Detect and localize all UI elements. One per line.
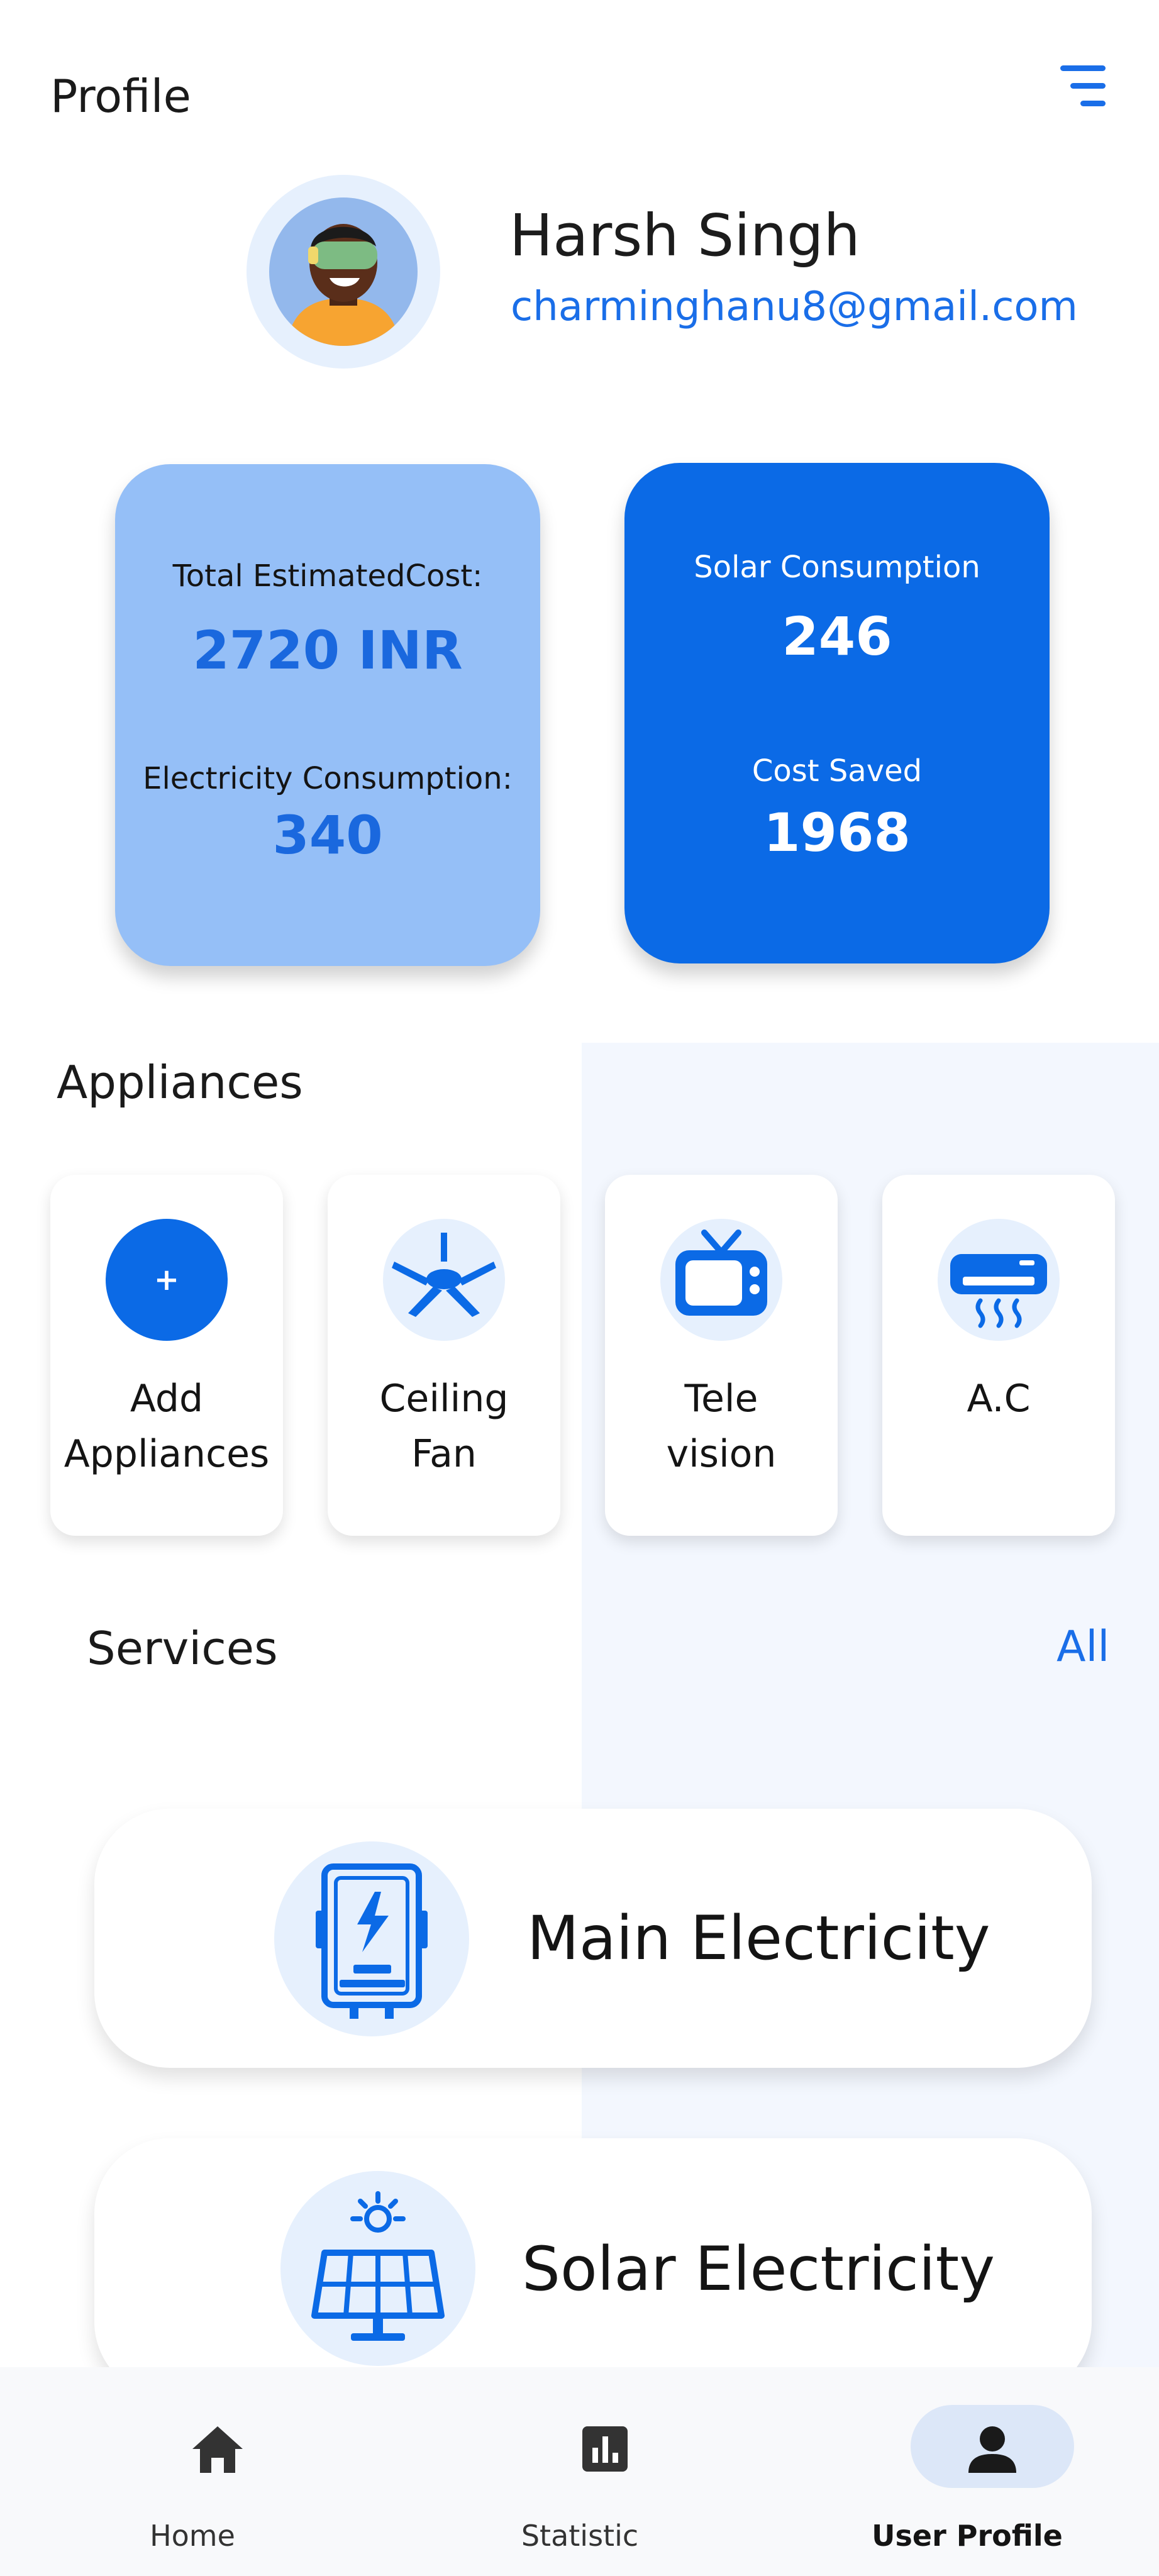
service-label: Main Electricity	[527, 1903, 990, 1974]
nav-label-user-profile: User Profile	[872, 2519, 1063, 2553]
total-cost-value: 2720 INR	[192, 619, 463, 681]
see-all-link[interactable]: All	[1056, 1620, 1109, 1674]
total-cost-label: Total EstimatedCost:	[172, 558, 483, 594]
service-label: Solar Electricity	[522, 2234, 995, 2304]
bar-chart-icon	[582, 2426, 628, 2472]
service-card-main-electricity[interactable]: Main Electricity	[94, 1809, 1092, 2068]
avatar-image	[269, 197, 418, 346]
appliance-card-ceiling-fan[interactable]: Ceiling Fan	[328, 1175, 560, 1536]
solar-panel-icon	[280, 2171, 475, 2366]
electricity-consumption-value: 340	[272, 804, 383, 866]
solar-summary-card: Solar Consumption 246 Cost Saved 1968	[624, 463, 1050, 963]
appliance-card-television[interactable]: Tele vision	[605, 1175, 838, 1536]
page-title: Profile	[50, 70, 191, 123]
television-icon	[660, 1219, 782, 1341]
home-icon	[192, 2426, 243, 2473]
appliances-title: Appliances	[57, 1056, 303, 1109]
cost-summary-card: Total EstimatedCost: 2720 INR Electricit…	[115, 464, 540, 966]
nav-label-home: Home	[150, 2519, 235, 2553]
nav-item-user-profile[interactable]: User Profile	[810, 2367, 1124, 2576]
cost-saved-label: Cost Saved	[751, 753, 923, 789]
user-email[interactable]: charminghanu8@gmail.com	[511, 282, 1078, 332]
solar-consumption-label: Solar Consumption	[694, 550, 980, 585]
cost-saved-value: 1968	[763, 802, 911, 863]
user-name: Harsh Singh	[509, 202, 860, 269]
air-conditioner-icon	[938, 1219, 1060, 1341]
service-card-solar-electricity[interactable]: Solar Electricity	[94, 2138, 1092, 2397]
nav-item-statistic[interactable]: Statistic	[423, 2367, 737, 2576]
plus-icon: +	[106, 1219, 228, 1341]
electric-meter-icon	[274, 1841, 469, 2036]
appliance-label: Tele vision	[666, 1377, 777, 1476]
appliance-label: Add Appliances	[64, 1377, 270, 1476]
appliance-label: Ceiling Fan	[379, 1377, 509, 1476]
solar-consumption-value: 246	[782, 606, 892, 667]
services-title: Services	[87, 1622, 278, 1675]
nav-item-home[interactable]: Home	[35, 2367, 350, 2576]
ceiling-fan-icon	[383, 1219, 505, 1341]
avatar[interactable]	[247, 175, 440, 369]
electricity-consumption-label: Electricity Consumption:	[143, 761, 513, 796]
appliance-label: A.C	[967, 1377, 1031, 1421]
menu-icon[interactable]	[1058, 63, 1108, 108]
appliance-card-ac[interactable]: A.C	[882, 1175, 1115, 1536]
add-appliance-button[interactable]: + Add Appliances	[50, 1175, 283, 1536]
avatar-vr-headset-icon	[287, 224, 400, 346]
user-icon	[968, 2426, 1016, 2473]
nav-label-statistic: Statistic	[521, 2519, 639, 2553]
bottom-navigation: Home Statistic User Profile	[0, 2367, 1159, 2576]
